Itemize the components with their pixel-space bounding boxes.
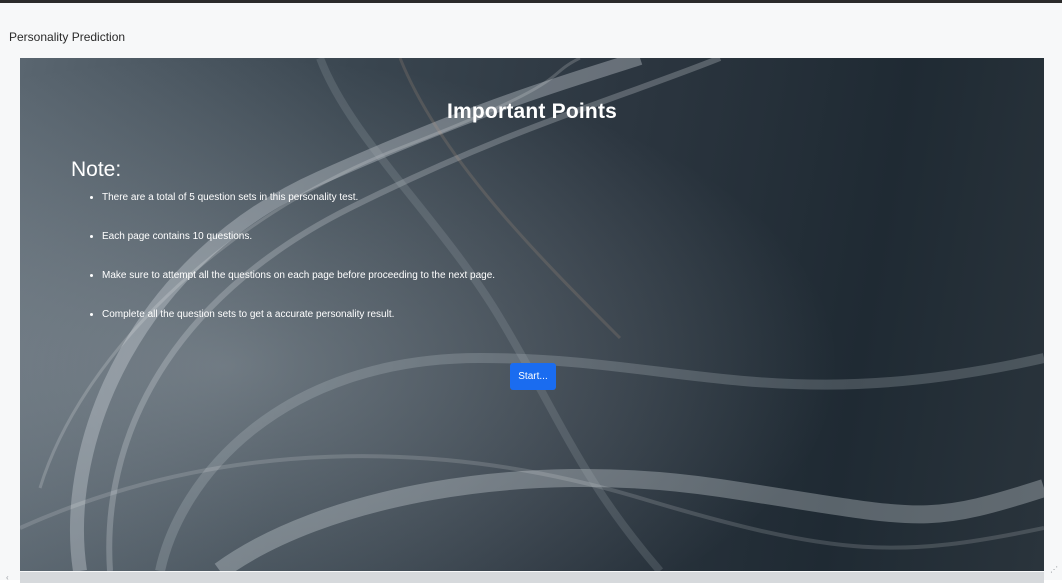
horizontal-scrollbar[interactable] — [20, 572, 1044, 583]
content-panel: Important Points Note: There are a total… — [20, 58, 1044, 571]
window-title: Personality Prediction — [9, 30, 126, 44]
app-window: Personality Prediction Important Points … — [0, 0, 1062, 583]
page-heading: Important Points — [446, 100, 618, 123]
list-item: There are a total of 5 question sets in … — [102, 191, 495, 205]
scroll-left-arrow-icon[interactable]: ‹ — [6, 573, 9, 582]
window-titlebar: Personality Prediction — [0, 3, 1062, 53]
list-item: Make sure to attempt all the questions o… — [102, 269, 495, 283]
list-item: Complete all the question sets to get a … — [102, 308, 495, 322]
resize-grip-icon[interactable]: ⋰ — [1050, 565, 1058, 574]
start-button[interactable]: Start... — [510, 363, 556, 390]
note-label: Note: — [71, 158, 122, 181]
points-list: There are a total of 5 question sets in … — [78, 191, 495, 347]
list-item: Each page contains 10 questions. — [102, 230, 495, 244]
